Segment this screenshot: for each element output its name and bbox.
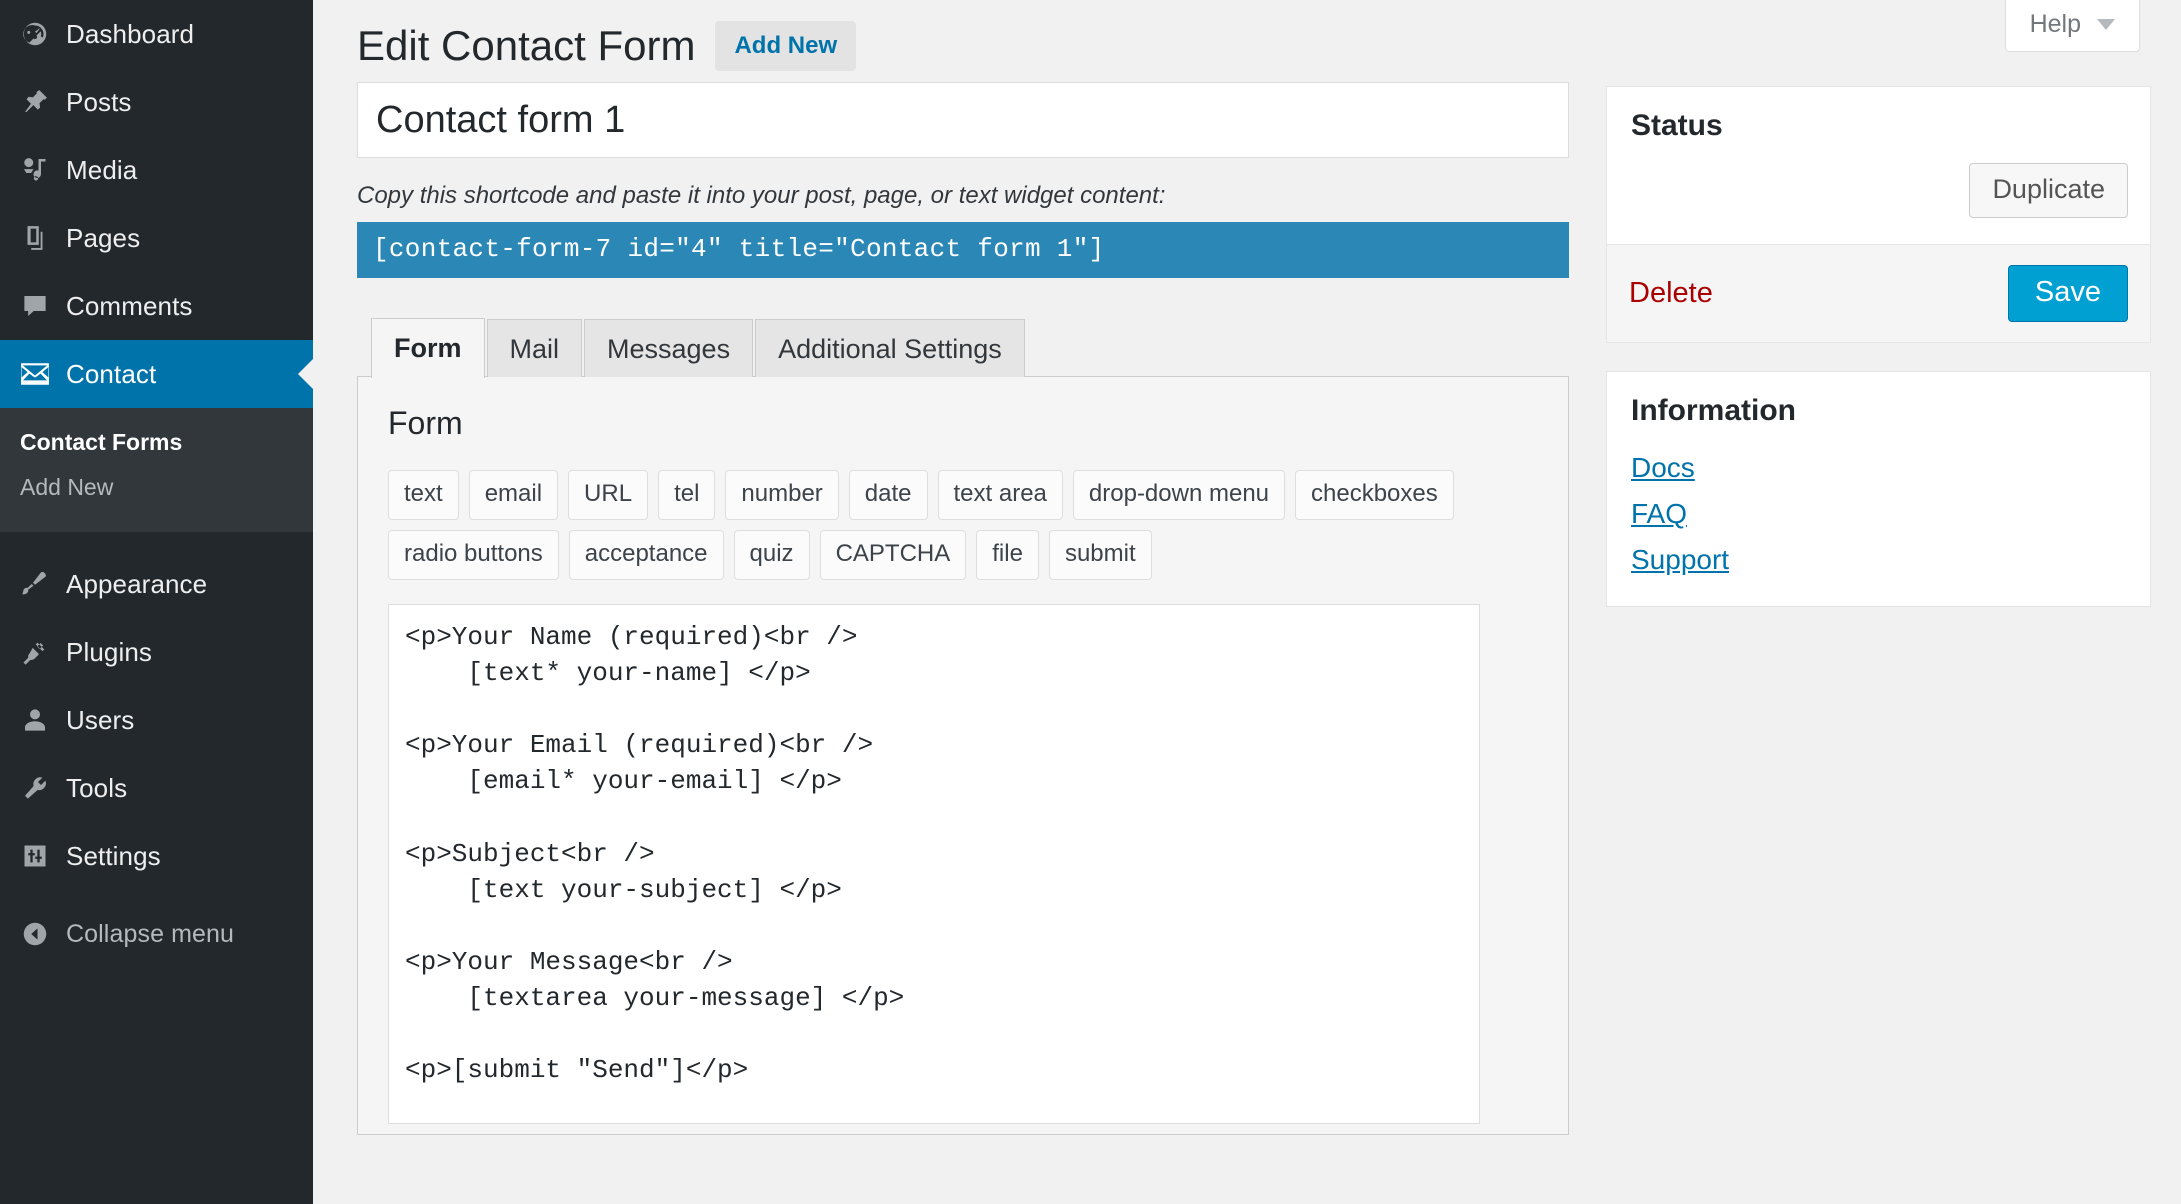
pin-icon — [8, 80, 62, 124]
sidebar-item-pages[interactable]: Pages — [0, 204, 313, 272]
information-box-title: Information — [1631, 394, 1796, 427]
form-code-textarea[interactable]: <p>Your Name (required)<br /> [text* you… — [388, 603, 1480, 1124]
sidebar-item-label: Dashboard — [66, 18, 195, 49]
shortcode-input[interactable] — [357, 222, 1569, 278]
sidebar-item-add-new[interactable]: Add New — [0, 465, 313, 510]
tag-button-checkboxes[interactable]: checkboxes — [1295, 470, 1454, 521]
sidebar-item-appearance[interactable]: Appearance — [0, 550, 313, 618]
status-box-actions: Duplicate — [1607, 143, 2150, 244]
tag-button-tel[interactable]: tel — [658, 470, 716, 521]
sidebar-item-label: Settings — [66, 840, 161, 871]
paintbrush-icon — [8, 562, 62, 606]
sidebar-item-label: Contact — [66, 358, 157, 389]
main-column: Copy this shortcode and paste it into yo… — [357, 82, 1569, 1135]
sidebar-item-media[interactable]: Media — [0, 136, 313, 204]
sidebar-item-label: Pages — [66, 222, 141, 253]
tag-button-email[interactable]: email — [468, 470, 559, 521]
tag-button-radio-buttons[interactable]: radio buttons — [388, 530, 559, 580]
faq-link[interactable]: FAQ — [1631, 498, 2126, 530]
delete-link[interactable]: Delete — [1629, 277, 1713, 310]
form-panel-heading: Form — [388, 405, 463, 442]
form-tab-panel: Form text email URL tel number date text… — [357, 376, 1569, 1135]
page-heading-row: Edit Contact Form Add New — [357, 20, 857, 73]
docs-link[interactable]: Docs — [1631, 452, 2126, 484]
page-title: Edit Contact Form — [357, 22, 696, 69]
wrench-icon — [8, 766, 62, 810]
screen-meta-links: Help — [2004, 0, 2140, 52]
tag-button-submit[interactable]: submit — [1048, 530, 1152, 580]
sidebar-item-comments[interactable]: Comments — [0, 272, 313, 340]
sidebar-item-dashboard[interactable]: Dashboard — [0, 0, 313, 68]
pages-icon — [8, 216, 62, 260]
current-menu-arrow-icon — [298, 358, 314, 390]
tab-form[interactable]: Form — [371, 318, 485, 379]
tag-button-captcha[interactable]: CAPTCHA — [819, 530, 967, 580]
tag-button-number[interactable]: number — [725, 470, 839, 521]
sidebar-item-contact-forms[interactable]: Contact Forms — [0, 420, 313, 465]
sliders-icon — [8, 834, 62, 878]
sidebar-item-label: Plugins — [66, 636, 152, 667]
admin-content-area: Help Edit Contact Form Add New Copy this… — [313, 0, 2181, 1204]
add-new-button[interactable]: Add New — [715, 21, 857, 72]
user-icon — [8, 698, 62, 742]
tag-button-quiz[interactable]: quiz — [733, 530, 810, 580]
dashboard-icon — [8, 12, 62, 56]
tag-button-text-area[interactable]: text area — [937, 470, 1063, 521]
sidebar-item-label: Media — [66, 154, 138, 185]
tag-button-drop-down-menu[interactable]: drop-down menu — [1072, 470, 1286, 521]
sidebar-item-settings[interactable]: Settings — [0, 822, 313, 890]
media-icon — [8, 148, 62, 192]
sidebar-item-plugins[interactable]: Plugins — [0, 618, 313, 686]
information-links: Docs FAQ Support — [1607, 428, 2150, 606]
help-tab-button[interactable]: Help — [2004, 0, 2140, 52]
status-box-title: Status — [1631, 109, 1723, 142]
tag-button-file[interactable]: file — [976, 530, 1039, 580]
collapse-arrow-icon — [8, 912, 62, 956]
tag-button-acceptance[interactable]: acceptance — [568, 530, 724, 580]
plug-icon — [8, 630, 62, 674]
tab-messages[interactable]: Messages — [584, 319, 754, 378]
sidebar-item-contact[interactable]: Contact — [0, 340, 314, 408]
collapse-menu-button[interactable]: Collapse menu — [0, 900, 313, 968]
sidebar-item-label: Posts — [66, 86, 132, 117]
wp-admin-screen: Dashboard Posts Media Pages Comments Con… — [0, 0, 2181, 1204]
sidebar-item-users[interactable]: Users — [0, 686, 313, 754]
sidebar-item-posts[interactable]: Posts — [0, 68, 313, 136]
chevron-down-icon — [2097, 19, 2115, 30]
tag-button-date[interactable]: date — [848, 470, 928, 521]
sidebar-item-label: Users — [66, 704, 135, 735]
side-meta-boxes: Status Duplicate Delete Save Information… — [1606, 86, 2151, 635]
tag-button-text[interactable]: text — [388, 470, 459, 521]
envelope-icon — [8, 352, 62, 396]
form-editor-tabs: Form Mail Messages Additional Settings — [357, 318, 1569, 379]
comments-icon — [8, 284, 62, 328]
sidebar-item-label: Tools — [66, 772, 128, 803]
shortcode-description: Copy this shortcode and paste it into yo… — [357, 182, 1166, 209]
collapse-menu-label: Collapse menu — [66, 919, 235, 948]
tag-generator-buttons: text email URL tel number date text area… — [388, 470, 1478, 580]
tab-additional-settings[interactable]: Additional Settings — [755, 319, 1025, 378]
support-link[interactable]: Support — [1631, 544, 2126, 576]
status-box-footer: Delete Save — [1607, 244, 2150, 342]
admin-sidebar: Dashboard Posts Media Pages Comments Con… — [0, 0, 314, 1204]
duplicate-button[interactable]: Duplicate — [1969, 163, 2128, 218]
sidebar-item-label: Comments — [66, 290, 193, 321]
form-title-input[interactable] — [357, 82, 1569, 158]
save-button[interactable]: Save — [2007, 265, 2128, 322]
sidebar-item-label: Appearance — [66, 568, 208, 599]
contact-submenu: Contact Forms Add New — [0, 408, 313, 532]
help-tab-label: Help — [2029, 10, 2081, 38]
status-box: Status Duplicate Delete Save — [1606, 86, 2151, 343]
tag-button-url[interactable]: URL — [568, 470, 649, 521]
information-box: Information Docs FAQ Support — [1606, 371, 2151, 607]
tab-mail[interactable]: Mail — [486, 319, 583, 378]
sidebar-item-tools[interactable]: Tools — [0, 754, 313, 822]
menu-separator — [0, 532, 313, 550]
